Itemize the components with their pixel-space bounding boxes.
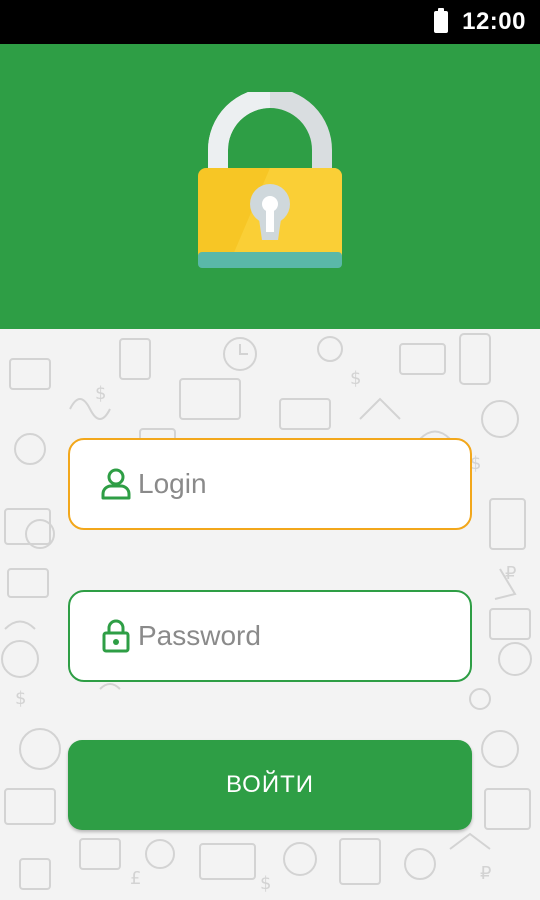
padlock-icon	[198, 92, 342, 268]
svg-text:$: $	[95, 383, 106, 404]
svg-text:$: $	[260, 873, 271, 894]
lock-icon	[102, 619, 130, 653]
login-input[interactable]	[138, 468, 458, 500]
status-bar: 12:00	[0, 0, 540, 44]
user-icon	[101, 468, 131, 500]
svg-text:£: £	[130, 868, 141, 889]
clock: 12:00	[462, 8, 526, 35]
header-banner	[0, 44, 540, 329]
svg-text:₽: ₽	[480, 863, 491, 884]
password-input[interactable]	[138, 620, 458, 652]
svg-text:₽: ₽	[505, 563, 516, 584]
battery-full-icon	[434, 8, 449, 33]
login-field[interactable]	[68, 438, 472, 530]
svg-text:$: $	[15, 688, 26, 709]
svg-text:$: $	[350, 368, 361, 389]
password-field[interactable]	[68, 590, 472, 682]
login-button[interactable]: ВОЙТИ	[68, 740, 472, 830]
